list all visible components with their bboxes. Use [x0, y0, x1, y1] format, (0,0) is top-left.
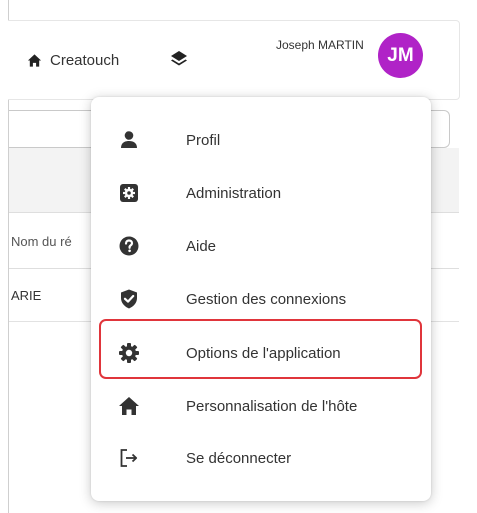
admin-gear-square-icon	[118, 182, 140, 204]
home-label: Creatouch	[50, 51, 120, 69]
home-breadcrumb[interactable]: Creatouch	[27, 50, 119, 70]
menu-item-aide[interactable]: Aide	[91, 220, 431, 272]
home-icon	[118, 395, 140, 417]
gear-icon	[118, 342, 140, 364]
column-header-name[interactable]: Nom du ré	[11, 234, 72, 249]
menu-item-label: Se déconnecter	[186, 449, 292, 467]
menu-item-label: Gestion des connexions	[186, 290, 347, 308]
home-icon	[27, 53, 42, 67]
menu-item-label: Profil	[186, 131, 221, 149]
menu-item-options-application[interactable]: Options de l'application	[91, 327, 431, 379]
user-name: Joseph MARTIN	[276, 38, 364, 52]
question-circle-icon	[118, 235, 140, 257]
menu-item-profil[interactable]: Profil	[91, 114, 431, 166]
menu-item-label: Options de l'application	[186, 344, 341, 362]
menu-item-se-deconnecter[interactable]: Se déconnecter	[91, 432, 431, 484]
user-avatar[interactable]: JM	[378, 33, 423, 78]
menu-item-gestion-connexions[interactable]: Gestion des connexions	[91, 273, 431, 325]
menu-item-personnalisation-hote[interactable]: Personnalisation de l'hôte	[91, 380, 431, 432]
menu-item-administration[interactable]: Administration	[91, 167, 431, 219]
menu-item-label: Personnalisation de l'hôte	[186, 397, 358, 415]
menu-item-label: Aide	[186, 237, 217, 255]
logout-icon	[118, 447, 140, 469]
table-cell: ARIE	[11, 288, 42, 303]
menu-item-label: Administration	[186, 184, 282, 202]
user-dropdown-menu: Profil Administration Aide Gestion des c…	[91, 97, 431, 501]
layers-icon[interactable]	[170, 50, 188, 68]
user-icon	[118, 129, 140, 151]
shield-check-icon	[118, 288, 140, 310]
